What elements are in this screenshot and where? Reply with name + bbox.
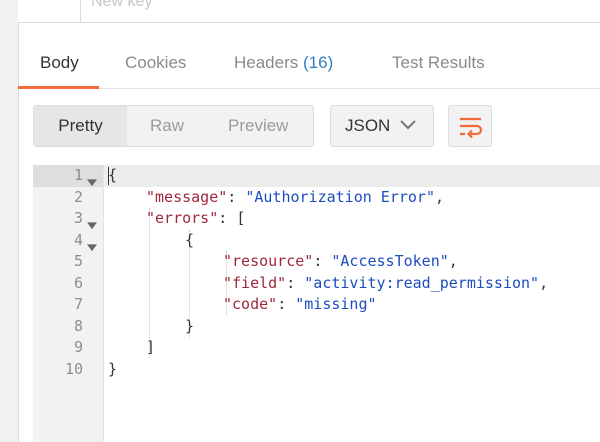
fold-arrow-icon[interactable] xyxy=(87,237,97,259)
response-body-editor[interactable]: 1 2 3 4 5 6 7 8 9 10 { "message": "Autho… xyxy=(33,165,600,442)
code-line-7: "code": "missing" xyxy=(223,295,377,313)
json-punctuation: { xyxy=(108,166,118,184)
line-number: 6 xyxy=(73,273,83,292)
indent-guide xyxy=(149,208,150,358)
fold-arrow-icon[interactable] xyxy=(87,172,97,194)
json-key: "code" xyxy=(223,295,278,313)
json-key: "errors" xyxy=(146,209,219,227)
code-line-4: { xyxy=(185,230,194,252)
code-line-2: "message": "Authorization Error", xyxy=(146,187,445,206)
line-number: 1 xyxy=(73,166,83,184)
raw-button[interactable]: Raw xyxy=(150,106,184,146)
line-number: 3 xyxy=(73,209,83,227)
tab-cookies[interactable]: Cookies xyxy=(125,53,186,73)
line-number: 9 xyxy=(73,338,83,356)
line-number: 8 xyxy=(73,316,83,335)
code-line-8: } xyxy=(185,316,194,338)
chevron-down-icon xyxy=(400,120,416,130)
cell-divider xyxy=(80,0,81,22)
code-line-10: } xyxy=(108,359,117,381)
wrap-lines-icon xyxy=(460,117,483,139)
code-line-3: "errors": [ xyxy=(146,209,246,227)
tab-test-results[interactable]: Test Results xyxy=(392,53,485,73)
fold-arrow-icon[interactable] xyxy=(87,215,97,237)
tab-headers[interactable]: Headers (16) xyxy=(234,53,333,73)
active-line-highlight xyxy=(33,165,600,187)
line-number: 5 xyxy=(73,252,83,270)
format-select[interactable]: JSON xyxy=(330,105,434,147)
response-tabs: Body Cookies Headers (16) Test Results xyxy=(18,38,600,89)
json-string: "Authorization Error" xyxy=(245,187,435,206)
json-punctuation: } xyxy=(185,316,195,335)
json-string: "activity:read_permission" xyxy=(304,273,540,292)
json-punctuation: } xyxy=(108,359,118,378)
params-key-row: New key xyxy=(18,0,600,23)
headers-count-badge: (16) xyxy=(303,53,334,72)
json-punctuation: ] xyxy=(146,338,156,356)
code-line-6: "field": "activity:read_permission", xyxy=(223,273,549,292)
active-tab-indicator xyxy=(18,86,99,89)
view-mode-group: Pretty Raw Preview xyxy=(33,105,314,147)
json-string: "missing" xyxy=(295,295,377,313)
json-punctuation: [ xyxy=(236,209,246,227)
new-key-placeholder[interactable]: New key xyxy=(91,0,152,11)
json-key: "resource" xyxy=(223,252,314,270)
json-key: "field" xyxy=(223,273,287,292)
json-punctuation: { xyxy=(185,230,195,249)
code-line-9: ] xyxy=(146,337,155,359)
code-line-5: "resource": "AccessToken", xyxy=(223,252,458,270)
json-key: "message" xyxy=(146,187,228,206)
line-number: 4 xyxy=(73,230,83,249)
line-number: 10 xyxy=(64,359,83,378)
code-line-1: { xyxy=(108,165,117,187)
preview-button[interactable]: Preview xyxy=(228,106,288,146)
left-panel-edge xyxy=(0,0,19,442)
format-selected-value: JSON xyxy=(345,116,391,135)
tab-headers-label: Headers xyxy=(234,53,299,72)
line-number: 7 xyxy=(73,295,83,313)
pretty-button[interactable]: Pretty xyxy=(34,106,127,146)
line-number: 2 xyxy=(73,187,83,206)
json-string: "AccessToken" xyxy=(331,252,449,270)
tab-body[interactable]: Body xyxy=(40,53,79,73)
wrap-lines-button[interactable] xyxy=(448,105,492,147)
